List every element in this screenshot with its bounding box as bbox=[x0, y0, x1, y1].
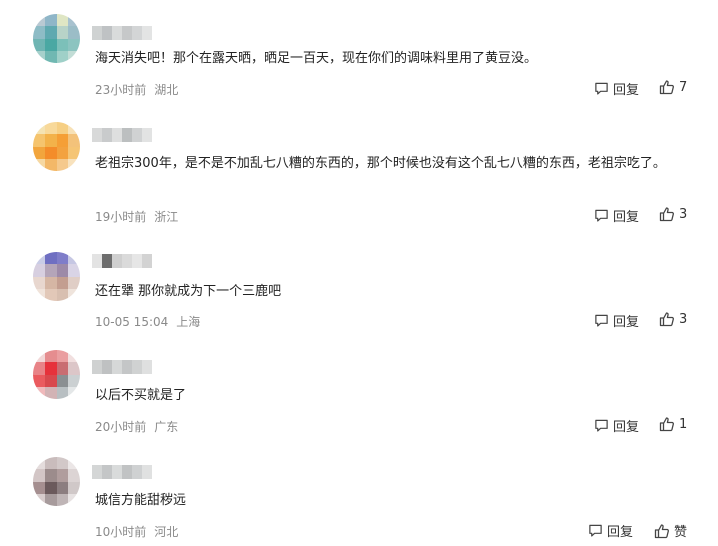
thumbs-up-icon bbox=[654, 523, 669, 538]
username-blurred[interactable] bbox=[92, 254, 152, 268]
avatar[interactable] bbox=[33, 350, 80, 399]
comment-list-page: { "comments": [ { "text": "海天消失吧！那个在露天晒，… bbox=[0, 0, 718, 546]
comment-time: 10-05 15:04 bbox=[95, 315, 169, 329]
username-blurred[interactable] bbox=[92, 465, 152, 479]
username-blurred[interactable] bbox=[92, 26, 152, 40]
like-count: 3 bbox=[679, 206, 688, 222]
reply-label: 回复 bbox=[607, 525, 634, 540]
comment-meta: 19小时前 浙江 bbox=[95, 208, 178, 225]
like-button[interactable]: 7 bbox=[659, 79, 687, 95]
comment-text: 老祖宗300年，是不是不加乱七八糟的东西的，那个时候也没有这个乱七八糟的东西，老… bbox=[95, 156, 666, 171]
comment-meta: 20小时前 广东 bbox=[95, 418, 178, 435]
like-count: 1 bbox=[679, 416, 688, 432]
reply-button[interactable]: 回复 bbox=[594, 416, 639, 435]
avatar[interactable] bbox=[33, 252, 80, 301]
reply-label: 回复 bbox=[613, 315, 640, 330]
reply-label: 回复 bbox=[613, 210, 640, 225]
comment-bubble-icon bbox=[595, 209, 608, 222]
comment-location: 湖北 bbox=[154, 83, 179, 97]
comment-location: 上海 bbox=[176, 315, 201, 329]
comment-meta: 10小时前 河北 bbox=[95, 523, 178, 540]
like-button[interactable]: 赞 bbox=[654, 521, 687, 540]
comment-location: 广东 bbox=[154, 420, 179, 434]
avatar[interactable] bbox=[33, 122, 80, 171]
avatar[interactable] bbox=[33, 14, 80, 63]
comment-text: 以后不买就是了 bbox=[95, 388, 187, 403]
comment-time: 10小时前 bbox=[95, 525, 147, 539]
comment-meta: 23小时前 湖北 bbox=[95, 81, 178, 98]
comment-meta: 10-05 15:04 上海 bbox=[95, 313, 200, 330]
thumbs-up-icon bbox=[659, 207, 674, 222]
reply-button[interactable]: 回复 bbox=[594, 311, 639, 330]
username-blurred[interactable] bbox=[92, 360, 152, 374]
reply-button[interactable]: 回复 bbox=[594, 206, 639, 225]
like-count: 7 bbox=[679, 79, 688, 95]
avatar[interactable] bbox=[33, 457, 80, 506]
reply-button[interactable]: 回复 bbox=[594, 79, 639, 98]
like-count: 3 bbox=[679, 311, 688, 327]
like-button[interactable]: 3 bbox=[659, 311, 687, 327]
comment-location: 河北 bbox=[154, 525, 179, 539]
comment-time: 20小时前 bbox=[95, 420, 147, 434]
reply-button[interactable]: 回复 bbox=[588, 521, 633, 540]
thumbs-up-icon bbox=[659, 80, 674, 95]
comment-text: 还在犟 那你就成为下一个三鹿吧 bbox=[95, 284, 282, 299]
comment-bubble-icon bbox=[595, 82, 608, 95]
username-blurred[interactable] bbox=[92, 128, 152, 142]
like-button[interactable]: 3 bbox=[659, 206, 687, 222]
comment-location: 浙江 bbox=[154, 210, 179, 224]
reply-label: 回复 bbox=[613, 83, 640, 98]
comment-bubble-icon bbox=[595, 419, 608, 432]
comment-bubble-icon bbox=[589, 524, 602, 537]
like-button[interactable]: 1 bbox=[659, 416, 687, 432]
comment-time: 23小时前 bbox=[95, 83, 147, 97]
reply-label: 回复 bbox=[613, 420, 640, 435]
thumbs-up-icon bbox=[659, 312, 674, 327]
like-label: 赞 bbox=[674, 525, 688, 540]
comment-time: 19小时前 bbox=[95, 210, 147, 224]
comment-text: 城信方能甜秽远 bbox=[95, 493, 187, 508]
comment-bubble-icon bbox=[595, 314, 608, 327]
thumbs-up-icon bbox=[659, 417, 674, 432]
comment-text: 海天消失吧！那个在露天晒，晒足一百天，现在你们的调味料里用了黄豆没。 bbox=[95, 51, 538, 66]
